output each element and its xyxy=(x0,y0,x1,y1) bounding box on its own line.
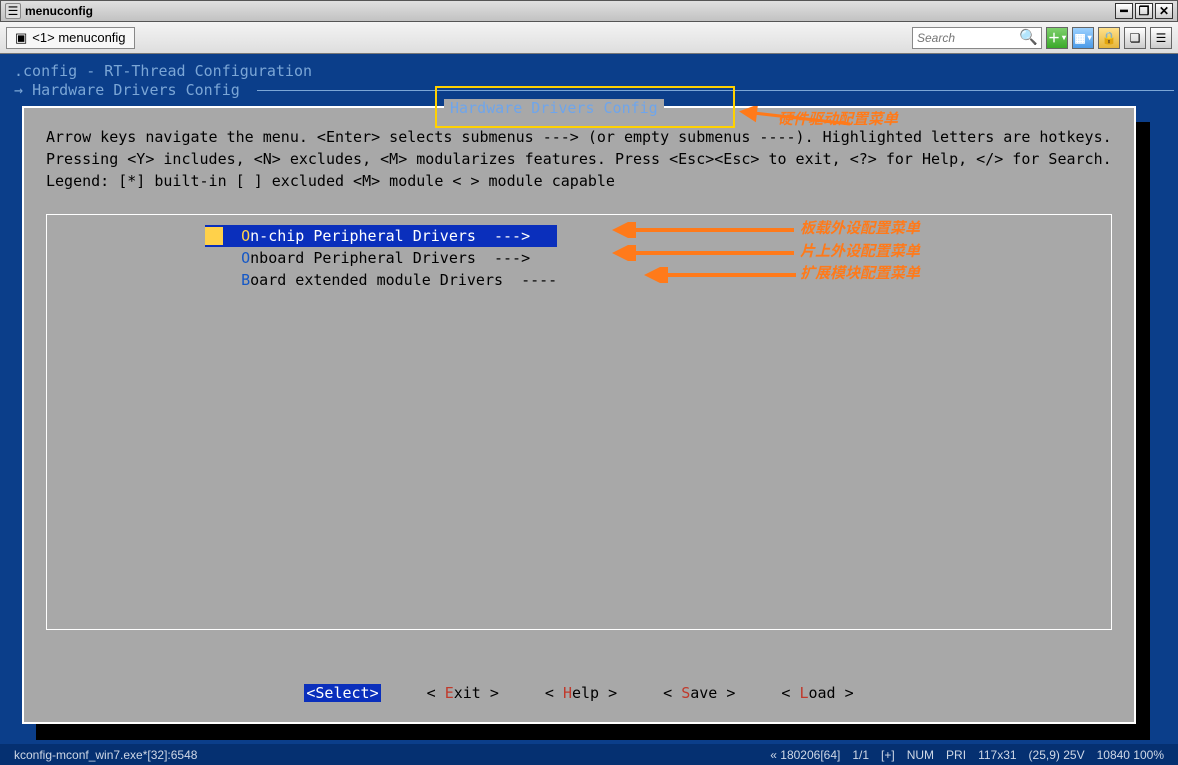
bottom-button-2[interactable]: < Help > xyxy=(545,684,617,702)
terminal-icon: ▣ xyxy=(15,30,27,46)
status-pri: PRI xyxy=(946,748,966,762)
tab-label: <1> menuconfig xyxy=(32,30,125,45)
terminal-tab[interactable]: ▣ <1> menuconfig xyxy=(6,27,135,49)
config-path-line: .config - RT-Thread Configuration xyxy=(0,62,1178,80)
help-text: Arrow keys navigate the menu. <Enter> se… xyxy=(46,126,1112,192)
menu-item-2[interactable]: Board extended module Drivers ---- xyxy=(205,269,557,291)
minimize-button[interactable]: ━ xyxy=(1115,3,1133,19)
toolbar: ▣ <1> menuconfig 🔍 ＋ ▦ 🔒 ❏ ☰ xyxy=(0,22,1178,54)
menu-box: On-chip Peripheral Drivers ---> Onboard … xyxy=(46,214,1112,630)
menu-item-1[interactable]: Onboard Peripheral Drivers ---> xyxy=(205,247,557,269)
breadcrumb-arrow: → xyxy=(14,81,23,99)
breadcrumb-line xyxy=(257,90,1174,91)
search-icon: 🔍 xyxy=(1019,28,1038,46)
status-cursor: (25,9) 25V xyxy=(1029,748,1085,762)
menuconfig-panel: Hardware Drivers Config Arrow keys navig… xyxy=(22,106,1136,724)
status-pos: 1/1 xyxy=(852,748,869,762)
status-size: 117x31 xyxy=(978,748,1016,762)
bottom-button-row: <Select> < Exit > < Help > < Save > < Load > xyxy=(24,684,1134,702)
menu-item-0[interactable]: On-chip Peripheral Drivers ---> xyxy=(205,225,557,247)
copy-button[interactable]: ❏ xyxy=(1124,27,1146,49)
maximize-button[interactable]: ❐ xyxy=(1135,3,1153,19)
breadcrumb-row: → Hardware Drivers Config xyxy=(0,81,1178,99)
lock-button[interactable]: 🔒 xyxy=(1098,27,1120,49)
status-mod: [+] xyxy=(881,748,895,762)
breadcrumb-label: Hardware Drivers Config xyxy=(32,81,240,99)
menu-list: On-chip Peripheral Drivers ---> Onboard … xyxy=(205,225,557,291)
bottom-button-4[interactable]: < Load > xyxy=(781,684,853,702)
status-num: NUM xyxy=(907,748,934,762)
bottom-button-1[interactable]: < Exit > xyxy=(427,684,499,702)
window-titlebar: ☰ menuconfig ━ ❐ ✕ xyxy=(0,0,1178,22)
annotation-title-label: 硬件驱动配置菜单 xyxy=(778,108,898,129)
bottom-button-3[interactable]: < Save > xyxy=(663,684,735,702)
view-button[interactable]: ▦ xyxy=(1072,27,1094,49)
bottom-button-0[interactable]: <Select> xyxy=(304,684,380,702)
status-bar: kconfig-mconf_win7.exe*[32]:6548 « 18020… xyxy=(0,744,1178,765)
app-icon: ☰ xyxy=(5,3,21,19)
annotation-row1-label: 片上外设配置菜单 xyxy=(800,240,920,261)
menu-button[interactable]: ☰ xyxy=(1150,27,1172,49)
annotation-row2-label: 扩展模块配置菜单 xyxy=(800,262,920,283)
window-title: menuconfig xyxy=(25,4,93,18)
new-session-button[interactable]: ＋ xyxy=(1046,27,1068,49)
terminal-area: .config - RT-Thread Configuration → Hard… xyxy=(0,54,1178,744)
status-rev: « 180206[64] xyxy=(770,748,840,762)
panel-title: Hardware Drivers Config xyxy=(444,99,664,117)
status-exe: kconfig-mconf_win7.exe*[32]:6548 xyxy=(14,748,197,762)
status-mem: 10840 100% xyxy=(1097,748,1164,762)
close-button[interactable]: ✕ xyxy=(1155,3,1173,19)
annotation-row0-label: 板载外设配置菜单 xyxy=(800,217,920,238)
